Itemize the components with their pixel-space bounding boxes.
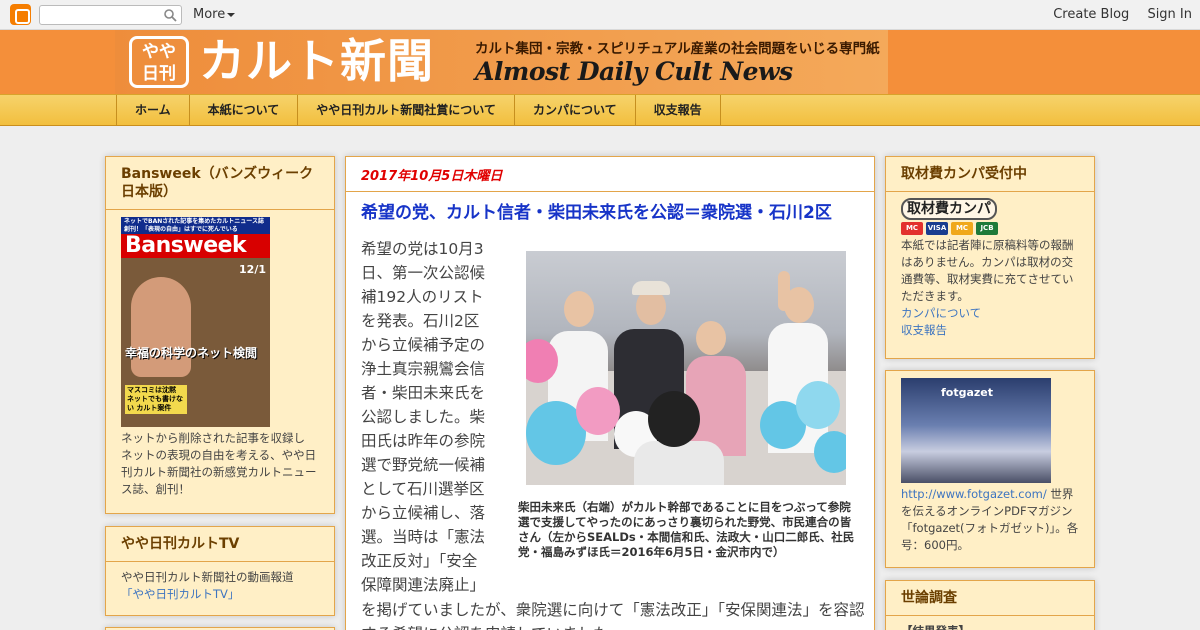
site-title: カルト新聞: [199, 34, 434, 88]
menu-item-about[interactable]: 本紙について: [190, 95, 299, 126]
post-line: 日、第一次公認候: [361, 264, 486, 282]
cover-brand: Bansweek: [121, 234, 270, 258]
site-banner[interactable]: やや 日刊 カルト新聞 カルト集団・宗教・スピリチュアル産業の社会問題をいじる専…: [115, 30, 888, 94]
balloon: [814, 431, 846, 473]
photo-caption: 柴田未来氏（右端）がカルト幹部であることに目をつぶって参院選で支援してやったのに…: [518, 500, 855, 559]
poll-result: 【結果発表】: [886, 616, 1094, 630]
bansweek-widget: Bansweek（バンズウィーク日本版） ネットでBANされた記事を集めたカルト…: [105, 156, 335, 514]
post-line: 公認しました。柴: [361, 408, 486, 426]
post-line: 浄土真宗親鸞会信: [361, 360, 486, 378]
post-body-continued: を掲げていましたが、衆院選に向けて「憲法改正」「安保関連法」を容認する希望に公認…: [361, 601, 865, 630]
blogger-logo-icon[interactable]: [10, 4, 31, 25]
main-menu: ホーム 本紙について やや日刊カルト新聞社賞について カンパについて 収支報告: [0, 94, 1200, 126]
sign-in-link[interactable]: Sign In: [1147, 7, 1192, 22]
post-line: から立候補予定の: [361, 336, 486, 354]
post-line: 者・柴田未来氏を: [361, 384, 486, 402]
blog-search-input[interactable]: [39, 5, 182, 25]
post-line: を発表。石川2区: [361, 312, 480, 330]
cover-date: 12/1: [239, 263, 266, 276]
balloon: [796, 381, 840, 429]
kanpa-description: 本紙では記者陣に原稿料等の報酬はありません。カンパは取材の交通費等、取材実費に充…: [901, 238, 1074, 303]
create-blog-link[interactable]: Create Blog: [1053, 7, 1129, 22]
fotgazet-link[interactable]: http://www.fotgazet.com/: [901, 487, 1047, 501]
kanpa-about-link[interactable]: カンパについて: [901, 305, 1079, 322]
poll-title: 世論調査: [886, 581, 1094, 616]
balloon: [576, 387, 620, 435]
tv-widget: やや日刊カルトTV やや日刊カルト新聞社の動画報道 「やや日刊カルトTV」: [105, 526, 335, 616]
post-line: 改正反対」「安全: [361, 552, 478, 570]
tv-title: やや日刊カルトTV: [106, 527, 334, 562]
jcb-icon: JCB: [976, 222, 998, 235]
post-line: 保障関連法廃止」: [361, 576, 486, 594]
menu-item-kanpa[interactable]: カンパについて: [515, 95, 636, 126]
audience-head: [648, 391, 700, 447]
logo-badge: やや 日刊: [129, 36, 189, 88]
chevron-down-icon: [227, 12, 236, 17]
post-line: から立候補し、落: [361, 504, 486, 522]
post-line: 田氏は昨年の参院: [361, 432, 486, 450]
site-subtitle: カルト集団・宗教・スピリチュアル産業の社会問題をいじる専門紙: [475, 41, 880, 57]
kanpa-widget: 取材費カンパ受付中 取材費カンパ MC VISA MC JCB 本紙では記者陣に…: [885, 156, 1095, 359]
more-label: More: [193, 7, 226, 22]
person-3-head: [696, 321, 726, 355]
fotgazet-widget: fotgazet http://www.fotgazet.com/ 世界を伝える…: [885, 370, 1095, 568]
kanpa-button[interactable]: 取材費カンパ: [901, 198, 997, 220]
post-line: として石川選挙区: [361, 480, 485, 498]
fotgazet-image[interactable]: fotgazet: [901, 378, 1051, 483]
site-english-title: Almost Daily Cult News: [475, 57, 793, 86]
post-title[interactable]: 希望の党、カルト信者・柴田未来氏を公認＝衆院選・石川2区: [346, 192, 874, 224]
post-date: 2017年10月5日木曜日: [346, 157, 874, 192]
fotgazet-logo: fotgazet: [941, 386, 994, 399]
post-line: 選。当時は「憲法: [361, 528, 486, 546]
audience-person: [634, 441, 724, 485]
visa-icon: VISA: [926, 222, 948, 235]
tv-link[interactable]: 「やや日刊カルトTV」: [121, 586, 319, 603]
bansweek-description: ネットから削除された記事を収録し ネットの表現の自由を考える、やや日刊カルト新聞…: [121, 431, 317, 496]
badge-line1: やや: [142, 42, 176, 62]
hand-image: [131, 277, 191, 377]
bansweek-title: Bansweek（バンズウィーク日本版）: [106, 157, 334, 210]
poll-widget: 世論調査 【結果発表】: [885, 580, 1095, 630]
bansweek-cover-image[interactable]: ネットでBANされた記事を集めたカルトニュース誌創刊！「表現の自由」はすでに死ん…: [121, 217, 270, 427]
site-header: やや 日刊 カルト新聞 カルト集団・宗教・スピリチュアル産業の社会問題をいじる専…: [0, 30, 1200, 94]
tv-description: やや日刊カルト新聞社の動画報道: [121, 570, 294, 584]
payment-cards: MC VISA MC JCB: [901, 222, 1079, 235]
mastercard-icon: MC: [901, 222, 923, 235]
mastercard-icon: MC: [951, 222, 973, 235]
kanpa-title: 取材費カンパ受付中: [886, 157, 1094, 192]
person-1-head: [564, 291, 594, 327]
blogger-navbar: More Create Blog Sign In: [0, 0, 1200, 30]
post-body: 希望の党は10月3 日、第一次公認候 補192人のリスト を発表。石川2区 から…: [361, 237, 496, 597]
hat: [632, 281, 670, 295]
blog-post: 2017年10月5日木曜日 希望の党、カルト信者・柴田未来氏を公認＝衆院選・石川…: [345, 156, 875, 630]
badge-line2: 日刊: [142, 64, 176, 84]
post-line: 選で野党統一候補: [361, 456, 486, 474]
more-menu-button[interactable]: More: [193, 7, 236, 22]
post-line: 補192人のリスト: [361, 288, 484, 306]
post-photo[interactable]: [526, 251, 846, 485]
cover-box: マスコミは沈黙 ネットでも書けない カルト案件: [125, 385, 187, 414]
menu-item-award[interactable]: やや日刊カルト新聞社賞について: [298, 95, 515, 126]
cover-headline: 幸福の科学のネット検閲: [125, 346, 258, 360]
raised-arm: [778, 271, 790, 311]
search-icon[interactable]: [163, 8, 177, 22]
post-line: 希望の党は10月3: [361, 240, 484, 258]
income-report-link[interactable]: 収支報告: [901, 322, 1079, 339]
menu-item-home[interactable]: ホーム: [117, 95, 190, 126]
menu-item-report[interactable]: 収支報告: [636, 95, 721, 126]
